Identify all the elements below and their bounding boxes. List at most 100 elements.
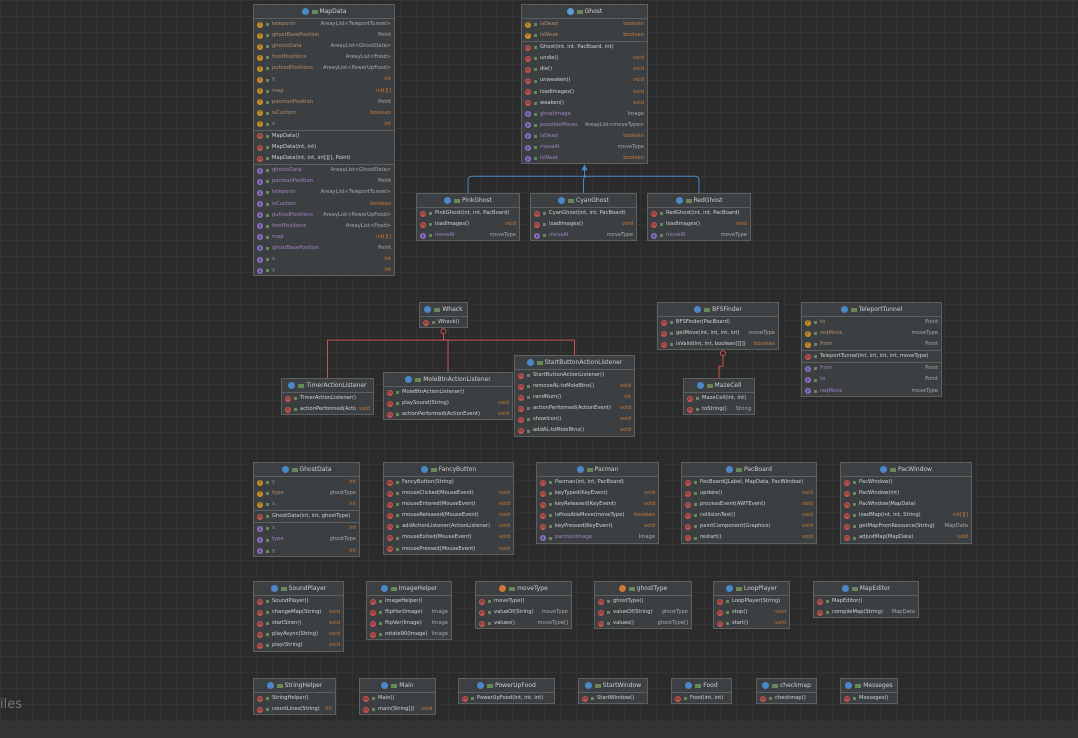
property-row[interactable]: p to Point xyxy=(802,374,941,385)
method-row[interactable]: m values() moveType[] xyxy=(476,618,571,628)
class-box-ghost[interactable]: Ghost f isDead boolean f isWeak boolean m Ghost(… xyxy=(521,4,648,165)
class-box-redghost[interactable]: RedGhost m RedGhost(int, int, PacBoard) m lo… xyxy=(647,193,751,242)
method-row[interactable]: m countLines(String) int xyxy=(254,704,335,714)
class-header[interactable]: StartButtonActionListener xyxy=(515,356,634,370)
method-row[interactable]: m valueOf(String) moveType xyxy=(476,607,571,618)
method-row[interactable]: m keyReleased(KeyEvent) void xyxy=(537,499,658,510)
method-row[interactable]: m isValid(int, int, boolean[][]) boolean xyxy=(658,339,778,349)
class-box-mazecell[interactable]: MazeCell m MazeCell(int, int) m toString() St… xyxy=(683,378,755,416)
class-box-main[interactable]: Main m Main() m main(String[]) void xyxy=(359,678,436,716)
method-row[interactable]: m showIcon() void xyxy=(515,414,634,425)
method-row[interactable]: m Food(int, int) xyxy=(672,693,731,703)
field-row[interactable]: f foodPositions AreayList<Food> xyxy=(254,52,394,63)
method-row[interactable]: m addAL-toMoleBtns() void xyxy=(515,425,634,435)
field-row[interactable]: f isCustom boolean xyxy=(254,108,394,119)
method-row[interactable]: m MapEditor() xyxy=(814,596,918,607)
method-row[interactable]: m getMapFromResource(String) MapData xyxy=(841,521,971,532)
method-row[interactable]: m ImageHelper() xyxy=(367,596,451,607)
class-header[interactable]: CyanGhost xyxy=(531,194,636,208)
method-row[interactable]: m compileMap(String) MapData xyxy=(814,607,918,617)
method-row[interactable]: m collisionTest() void xyxy=(682,510,816,521)
class-header[interactable]: TeleportTunnel xyxy=(802,303,941,317)
method-row[interactable]: m loadImages() void xyxy=(417,219,519,230)
method-row[interactable]: m playAsync(String) void xyxy=(254,629,343,640)
property-row[interactable]: p x int xyxy=(254,523,359,534)
property-row[interactable]: p type ghostType xyxy=(254,534,359,545)
field-row[interactable]: f isWeak boolean xyxy=(522,30,647,41)
method-row[interactable]: m SoundPlayer() xyxy=(254,596,343,607)
field-row[interactable]: f from Point xyxy=(802,339,941,350)
property-row[interactable]: p foodPositions AreayList<Food> xyxy=(254,221,394,232)
property-row[interactable]: p from Point xyxy=(802,363,941,374)
method-row[interactable]: m BFSFinder(PacBoard) xyxy=(658,317,778,328)
method-row[interactable]: m actionPerformed(ActionEvent) void xyxy=(515,403,634,414)
method-row[interactable]: m flipVer(Image) Image xyxy=(367,618,451,629)
property-row[interactable]: p moveAI moveType xyxy=(522,142,647,153)
class-box-stringhelper[interactable]: StringHelper m StringHelper() m countLines(S… xyxy=(253,678,336,716)
property-row[interactable]: p moveAI moveType xyxy=(417,230,519,240)
method-row[interactable]: m valueOf(String) ghostType xyxy=(595,607,691,618)
class-header[interactable]: Messeges xyxy=(841,679,897,693)
method-row[interactable]: m CyanGhost(int, int, PacBoard) xyxy=(531,208,636,219)
method-row[interactable]: m mouseExited(MouseEvent) void xyxy=(384,532,513,543)
method-row[interactable]: m TeleportTunnel(int, int, int, int, move… xyxy=(802,351,941,362)
class-box-imagehelper[interactable]: ImageHelper m ImageHelper() m flipHor(Image)… xyxy=(366,581,452,641)
class-header[interactable]: StartWindow xyxy=(579,679,647,693)
method-row[interactable]: m playSound(String) void xyxy=(384,398,512,409)
method-row[interactable]: m PacWindow(MapData) xyxy=(841,499,971,510)
method-row[interactable]: m mousePressed(MouseEvent) void xyxy=(384,544,513,554)
method-row[interactable]: m play(String) void xyxy=(254,640,343,650)
class-box-pacwindow[interactable]: PacWindow m PacWindow() m PacWindow(int) m Pac… xyxy=(840,462,972,544)
class-box-timeractionlistener[interactable]: TimerActionListener m TimerActionListener(… xyxy=(281,378,374,416)
class-box-ghostdata[interactable]: GhostData f y int f type ghostType f x int m GhostD… xyxy=(253,462,360,557)
class-header[interactable]: Main xyxy=(360,679,435,693)
class-header[interactable]: PowerUpFood xyxy=(459,679,554,693)
property-row[interactable]: p y int xyxy=(254,546,359,556)
field-row[interactable]: f teleports AreayList<TeleportTunnel> xyxy=(254,19,394,30)
field-row[interactable]: f pufoodPositions AreayList<PowerUpFood> xyxy=(254,63,394,74)
method-row[interactable]: m PacBoard(JLabel, MapData, PacWindow) xyxy=(682,477,816,488)
class-header[interactable]: BFSFinder xyxy=(658,303,778,317)
class-box-startbuttonactionlistener[interactable]: StartButtonActionListener m StartButtonAct… xyxy=(514,355,635,437)
method-row[interactable]: m die() void xyxy=(522,64,647,75)
class-box-ghosttype[interactable]: ghostType m ghostType() m valueOf(String) gho… xyxy=(594,581,692,630)
method-row[interactable]: m MazeCell(int, int) xyxy=(684,393,754,404)
method-row[interactable]: m values() ghostType[] xyxy=(595,618,691,628)
method-row[interactable]: m StringHelper() xyxy=(254,693,335,704)
method-row[interactable]: m moveType() xyxy=(476,596,571,607)
method-row[interactable]: m rotate90(Image) Image xyxy=(367,629,451,639)
field-row[interactable]: f x int xyxy=(254,119,394,130)
class-header[interactable]: MapData xyxy=(254,5,394,19)
property-row[interactable]: p map int[][] xyxy=(254,232,394,243)
method-row[interactable]: m MoleBtnActionListener() xyxy=(384,387,512,398)
method-row[interactable]: m mouseReleased(MouseEvent) void xyxy=(384,510,513,521)
method-row[interactable]: m PinkGhost(int, int, PacBoard) xyxy=(417,208,519,219)
class-header[interactable]: Food xyxy=(672,679,731,693)
class-header[interactable]: checkmap xyxy=(757,679,816,693)
method-row[interactable]: m loadMap(int, int, String) int[][] xyxy=(841,510,971,521)
method-row[interactable]: m keyTyped(KeyEvent) void xyxy=(537,488,658,499)
class-box-soundplayer[interactable]: SoundPlayer m SoundPlayer() m changeMap(Stri… xyxy=(253,581,344,652)
class-header[interactable]: Whack xyxy=(420,303,467,317)
method-row[interactable]: m stop() void xyxy=(714,607,789,618)
method-row[interactable]: m loadImages() void xyxy=(522,87,647,98)
uml-diagram-canvas[interactable]: MapData f teleports AreayList<TeleportTunne… xyxy=(0,0,1078,737)
field-row[interactable]: f type ghostType xyxy=(254,488,359,499)
method-row[interactable]: m weaken() void xyxy=(522,98,647,109)
method-row[interactable]: m processEvent(AWTEvent) void xyxy=(682,499,816,510)
class-box-checkmap[interactable]: checkmap m checkmap() xyxy=(756,678,817,705)
method-row[interactable]: m Ghost(int, int, PacBoard, int) xyxy=(522,42,647,53)
class-header[interactable]: SoundPlayer xyxy=(254,582,343,596)
method-row[interactable]: m undie() void xyxy=(522,53,647,64)
method-row[interactable]: m randNum() int xyxy=(515,392,634,403)
property-row[interactable]: p isWeak boolean xyxy=(522,153,647,163)
class-box-pinkghost[interactable]: PinkGhost m PinkGhost(int, int, PacBoard) m… xyxy=(416,193,520,242)
method-row[interactable]: m mouseClicked(MouseEvent) void xyxy=(384,488,513,499)
method-row[interactable]: m MapData(int, int) xyxy=(254,142,394,153)
property-row[interactable]: p reqMove moveType xyxy=(802,386,941,396)
class-header[interactable]: FancyButton xyxy=(384,463,513,477)
method-row[interactable]: m main(String[]) void xyxy=(360,704,435,714)
field-row[interactable]: f isDead boolean xyxy=(522,19,647,30)
class-box-teleporttunnel[interactable]: TeleportTunnel f to Point f reqMove moveType f f… xyxy=(801,302,942,397)
class-header[interactable]: StringHelper xyxy=(254,679,335,693)
